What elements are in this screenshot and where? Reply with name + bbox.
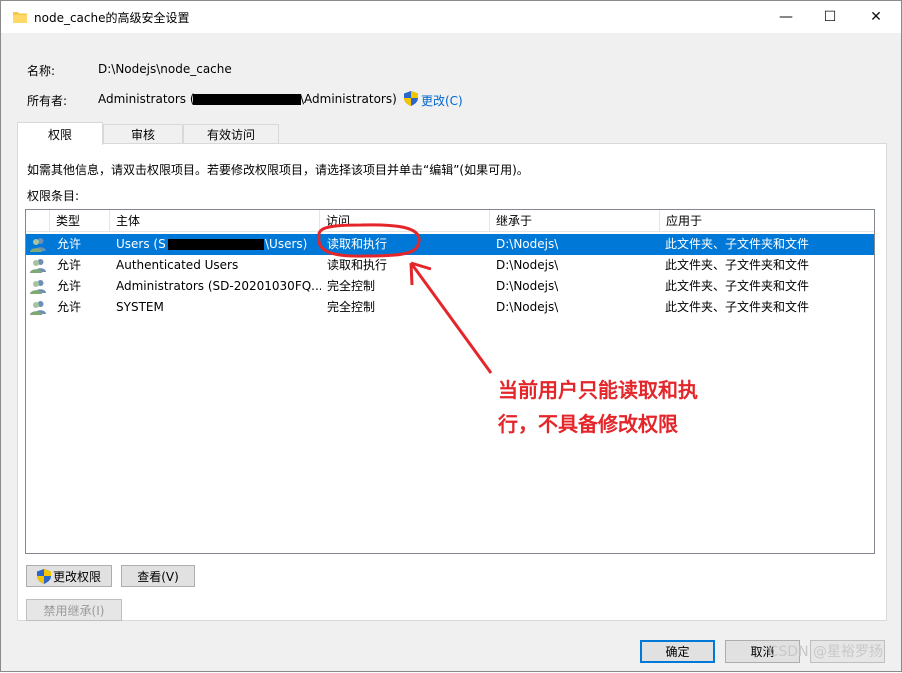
row-type: 允许 <box>57 258 82 272</box>
watermark: CSDN @星裕罗扬 <box>768 644 883 660</box>
minimize-icon: — <box>779 9 793 25</box>
minimize-button[interactable]: — <box>763 1 809 33</box>
tab-permissions[interactable]: 权限 <box>17 122 103 145</box>
user-group-icon <box>30 238 46 252</box>
table-row[interactable]: 允许 Administrators (SD-20201030FQ... 完全控制… <box>26 276 874 297</box>
row-inherited-from: D:\Nodejs\ <box>496 237 559 251</box>
user-group-icon <box>30 280 46 294</box>
row-applies-to: 此文件夹、子文件夹和文件 <box>665 258 810 272</box>
view-button[interactable]: 查看(V) <box>121 565 195 587</box>
user-group-icon <box>30 259 46 273</box>
close-button[interactable]: ✕ <box>853 1 899 33</box>
disable-inheritance-label: 禁用继承(I) <box>43 603 105 618</box>
uac-shield-icon <box>36 568 51 584</box>
security-dialog: node_cache的高级安全设置 — ☐ ✕ 名称: D:\Nodejs\no… <box>0 0 902 672</box>
name-label: 名称: <box>27 64 56 78</box>
ok-button[interactable]: 确定 <box>640 640 715 663</box>
disable-inheritance-button[interactable]: 禁用继承(I) <box>26 599 122 621</box>
ok-label: 确定 <box>665 645 690 659</box>
tab-effective-access[interactable]: 有效访问 <box>183 124 279 144</box>
folder-icon <box>13 12 27 23</box>
maximize-icon: ☐ <box>823 9 837 25</box>
annotation-text: 当前用户只能读取和执 行，不具备修改权限 <box>498 373 748 441</box>
entries-label: 权限条目: <box>27 189 80 203</box>
tab-label: 权限 <box>47 127 72 142</box>
annotation-line-1: 当前用户只能读取和执 <box>498 378 698 402</box>
row-access: 完全控制 <box>327 300 376 314</box>
close-icon: ✕ <box>870 9 882 25</box>
annotation-line-2: 行，不具备修改权限 <box>498 412 678 436</box>
owner-redaction <box>193 94 301 105</box>
owner-prefix: Administrators ( <box>98 92 195 106</box>
maximize-button[interactable]: ☐ <box>807 1 853 33</box>
owner-suffix: \Administrators) <box>300 92 397 106</box>
tab-label: 有效访问 <box>206 127 255 142</box>
column-header-access[interactable]: 访问 <box>320 210 490 232</box>
row-principal: Administrators (SD-20201030FQ... <box>116 279 321 293</box>
row-inherited-from: D:\Nodejs\ <box>496 300 559 314</box>
table-row[interactable]: 允许 Authenticated Users 读取和执行 D:\Nodejs\ … <box>26 255 874 276</box>
row-applies-to: 此文件夹、子文件夹和文件 <box>665 300 810 314</box>
tab-label: 审核 <box>130 127 155 142</box>
instruction-text: 如需其他信息，请双击权限项目。若要修改权限项目，请选择该项目并单击“编辑”(如果… <box>27 163 529 177</box>
row-access: 完全控制 <box>327 279 376 293</box>
owner-label: 所有者: <box>27 94 68 108</box>
row-type: 允许 <box>57 300 82 314</box>
change-permissions-label: 更改权限 <box>52 569 101 584</box>
view-label: 查看(V) <box>137 569 179 584</box>
row-principal-suffix: \Users) <box>265 237 308 251</box>
row-inherited-from: D:\Nodejs\ <box>496 279 559 293</box>
uac-shield-icon <box>404 91 418 106</box>
row-principal: SYSTEM <box>116 300 164 314</box>
list-header: 类型 主体 访问 继承于 应用于 <box>26 210 874 232</box>
row-type: 允许 <box>57 279 82 293</box>
tab-auditing[interactable]: 审核 <box>103 124 183 144</box>
title-bar[interactable]: node_cache的高级安全设置 — ☐ ✕ <box>1 1 901 33</box>
row-access: 读取和执行 <box>327 258 388 272</box>
user-group-icon <box>30 301 46 315</box>
row-type: 允许 <box>57 237 82 251</box>
column-header-applies-to[interactable]: 应用于 <box>660 210 874 232</box>
table-row[interactable]: 允许 SYSTEM 完全控制 D:\Nodejs\ 此文件夹、子文件夹和文件 <box>26 297 874 318</box>
name-value: D:\Nodejs\node_cache <box>98 62 232 76</box>
row-applies-to: 此文件夹、子文件夹和文件 <box>665 279 810 293</box>
table-row[interactable]: 允许 Users (S \Users) 读取和执行 D:\Nodejs\ 此文件… <box>26 234 874 255</box>
row-principal: Authenticated Users <box>116 258 239 272</box>
principal-redaction <box>168 239 264 250</box>
change-permissions-button[interactable]: 更改权限 <box>26 565 112 587</box>
column-header-type[interactable]: 类型 <box>50 210 110 232</box>
row-inherited-from: D:\Nodejs\ <box>496 258 559 272</box>
row-applies-to: 此文件夹、子文件夹和文件 <box>665 237 810 251</box>
change-owner-link[interactable]: 更改(C) <box>421 92 463 109</box>
column-header-inherited-from[interactable]: 继承于 <box>490 210 660 232</box>
window-title: node_cache的高级安全设置 <box>34 11 190 25</box>
row-principal: Users (S <box>116 237 166 251</box>
column-header-principal[interactable]: 主体 <box>110 210 320 232</box>
column-header-icon <box>26 210 50 232</box>
row-access: 读取和执行 <box>327 237 388 251</box>
